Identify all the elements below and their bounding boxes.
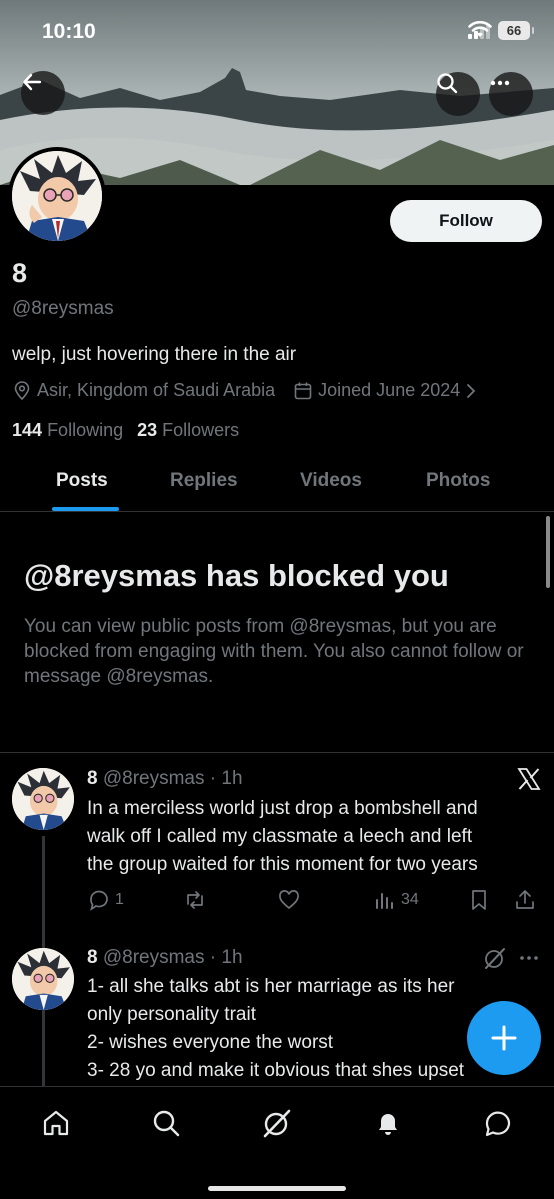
post-text-line: 1- all she talks abt is her marriage as …	[87, 976, 455, 997]
like-button[interactable]	[277, 888, 301, 912]
heart-icon	[279, 890, 299, 910]
wifi-icon	[468, 21, 492, 37]
post-author-handle[interactable]: @8reysmas	[103, 947, 205, 968]
profile-bio: welp, just hovering there in the air	[12, 344, 297, 365]
active-tab-indicator	[52, 507, 119, 511]
compose-button[interactable]	[467, 1001, 541, 1075]
tab-videos[interactable]: Videos	[300, 470, 362, 492]
post-time: · 1h	[209, 768, 243, 789]
home-indicator	[208, 1186, 346, 1191]
post-text-line: In a merciless world just drop a bombshe…	[87, 798, 478, 819]
reply-button[interactable]: 1	[87, 888, 124, 912]
blocked-message: You can view public posts from @8reysmas…	[24, 616, 524, 687]
calendar-icon	[294, 382, 312, 399]
views-button[interactable]: 34	[373, 888, 419, 912]
tab-replies[interactable]: Replies	[170, 470, 238, 492]
post-actions: 1 34	[87, 888, 542, 914]
following-label: Following	[47, 420, 124, 440]
back-button[interactable]	[21, 71, 65, 115]
post-text-line: the group waited for this moment for two…	[87, 854, 478, 875]
post-more-icon[interactable]	[518, 948, 540, 968]
repost-button[interactable]	[183, 888, 207, 912]
avatar-image	[12, 768, 74, 830]
chevron-right-icon	[467, 383, 476, 398]
blocked-title: @8reysmas has blocked you	[24, 558, 449, 593]
avatar-image	[12, 151, 102, 241]
follow-stats: 144 Following 23 Followers	[12, 420, 239, 441]
avatar-image	[12, 948, 74, 1010]
post-author-name[interactable]: 8	[87, 768, 98, 789]
profile-avatar[interactable]	[8, 147, 106, 245]
following-count: 144	[12, 420, 43, 440]
nav-grok[interactable]	[259, 1105, 295, 1141]
x-logo-icon	[517, 768, 541, 790]
post-avatar[interactable]	[12, 768, 74, 830]
more-button[interactable]	[489, 72, 533, 116]
status-bar: 10:10 66	[0, 0, 554, 60]
profile-display-name: 8	[12, 258, 28, 288]
grok-icon	[263, 1109, 291, 1138]
location-pin-icon	[14, 380, 30, 400]
grok-icon[interactable]	[483, 946, 507, 970]
post-header: 8 @8reysmas · 1h	[87, 768, 243, 790]
post-header: 8 @8reysmas · 1h	[87, 947, 243, 969]
repost-icon	[187, 891, 203, 909]
arrow-left-icon	[23, 73, 42, 91]
post-avatar[interactable]	[12, 948, 74, 1010]
reply-icon	[90, 890, 108, 911]
post-author-handle[interactable]: @8reysmas	[103, 768, 205, 789]
tab-posts[interactable]: Posts	[56, 470, 108, 492]
bar-chart-icon	[376, 893, 393, 909]
followers-link[interactable]: 23 Followers	[137, 420, 239, 441]
message-icon	[485, 1111, 511, 1137]
nav-notifications[interactable]	[370, 1105, 406, 1141]
plus-icon	[491, 1025, 517, 1051]
bottom-navigation	[0, 1086, 554, 1199]
post-text: In a merciless world just drop a bombshe…	[87, 795, 542, 879]
search-icon	[153, 1110, 180, 1137]
status-icons: 66	[468, 21, 534, 40]
scrollbar[interactable]	[546, 516, 550, 588]
search-icon	[437, 73, 458, 94]
bookmark-button[interactable]	[467, 888, 491, 912]
search-button[interactable]	[436, 72, 480, 116]
bell-icon	[379, 1114, 397, 1135]
profile-meta: Asir, Kingdom of Saudi Arabia Joined Jun…	[12, 380, 495, 401]
nav-messages[interactable]	[480, 1105, 516, 1141]
views-count: 34	[401, 891, 419, 908]
share-icon	[516, 890, 534, 909]
profile-tabs: Posts Replies Videos Photos	[0, 455, 554, 512]
divider	[0, 752, 554, 753]
joined-text: Joined June 2024	[318, 380, 461, 400]
reply-count: 1	[115, 891, 124, 908]
profile-joined[interactable]: Joined June 2024	[293, 380, 477, 401]
location-text: Asir, Kingdom of Saudi Arabia	[37, 380, 276, 400]
profile-location: Asir, Kingdom of Saudi Arabia	[12, 380, 275, 401]
home-icon	[43, 1110, 69, 1136]
profile-handle: @8reysmas	[12, 298, 114, 319]
post-author-name[interactable]: 8	[87, 947, 98, 968]
avatar	[12, 151, 102, 241]
status-time: 10:10	[42, 20, 96, 43]
nav-home[interactable]	[38, 1105, 74, 1141]
post-text-line: walk off I called my classmate a leech a…	[87, 826, 473, 847]
bookmark-icon	[472, 890, 486, 910]
follow-button[interactable]: Follow	[390, 200, 542, 242]
post-time: · 1h	[209, 947, 243, 968]
nav-search[interactable]	[148, 1105, 184, 1141]
thread-line	[42, 1016, 45, 1086]
more-horizontal-icon	[490, 80, 510, 86]
following-link[interactable]: 144 Following	[12, 420, 123, 441]
share-button[interactable]	[513, 888, 537, 912]
post-text-line: 3- 28 yo and make it obvious that shes u…	[87, 1060, 465, 1081]
followers-label: Followers	[162, 420, 240, 440]
followers-count: 23	[137, 420, 158, 440]
tab-photos[interactable]: Photos	[426, 470, 490, 492]
battery-icon: 66	[498, 21, 534, 40]
